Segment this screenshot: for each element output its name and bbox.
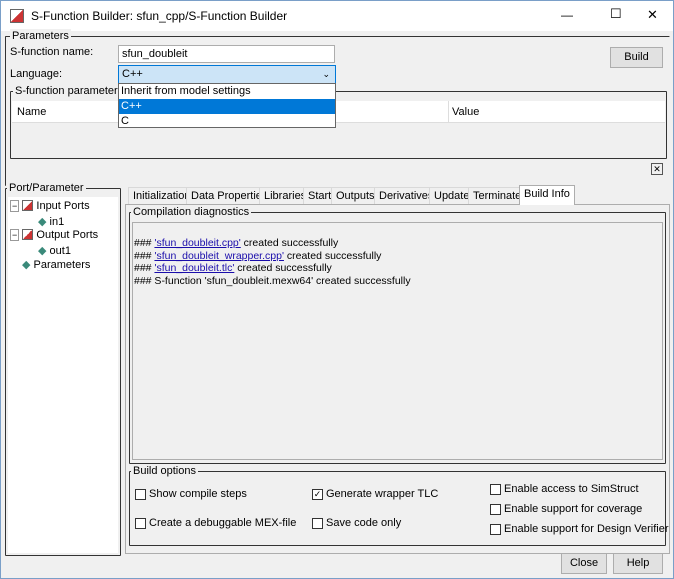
diag-line: ### 'sfun_doubleit_wrapper.cpp' created …: [134, 249, 382, 262]
window-title: S-Function Builder: sfun_cpp/S-Function …: [31, 9, 288, 23]
close-button[interactable]: Close: [561, 553, 607, 574]
file-link[interactable]: 'sfun_doubleit_wrapper.cpp': [154, 250, 284, 262]
diag-line: ### 'sfun_doubleit.tlc' created successf…: [134, 262, 332, 274]
simstruct-checkbox[interactable]: [490, 484, 501, 495]
dialog-window: S-Function Builder: sfun_cpp/S-Function …: [0, 0, 674, 579]
tree-item-output-ports[interactable]: − Output Ports: [10, 229, 98, 241]
tree-item-out1[interactable]: ◆ out1: [38, 244, 71, 257]
title-bar: S-Function Builder: sfun_cpp/S-Function …: [1, 1, 673, 31]
generate-wrapper-tlc-checkbox[interactable]: ✓: [312, 489, 323, 500]
debuggable-mex-label[interactable]: Create a debuggable MEX-file: [149, 517, 296, 529]
parameters-label: Parameters: [10, 29, 71, 43]
collapse-icon[interactable]: −: [10, 200, 20, 212]
close-window-button[interactable]: ✕: [647, 7, 658, 23]
option-c[interactable]: C: [119, 114, 335, 129]
compilation-diagnostics-group: Compilation diagnostics ### 'sfun_double…: [129, 205, 666, 464]
minimize-button[interactable]: —: [561, 8, 573, 22]
diagnostics-output[interactable]: ### 'sfun_doubleit.cpp' created successf…: [132, 222, 663, 460]
port-block-icon: [22, 200, 34, 211]
coverage-checkbox[interactable]: [490, 504, 501, 515]
tree-item-input-ports[interactable]: − Input Ports: [10, 200, 90, 212]
file-link[interactable]: 'sfun_doubleit.tlc': [154, 262, 234, 274]
params-table-header: Name Value: [12, 101, 665, 123]
tree-label: Input Ports: [36, 200, 90, 212]
collapse-icon[interactable]: −: [10, 229, 20, 241]
maximize-button[interactable]: ☐: [610, 6, 622, 22]
option-inherit[interactable]: Inherit from model settings: [119, 84, 335, 99]
diamond-icon: ◆: [38, 216, 47, 228]
language-value: C++: [122, 68, 143, 80]
option-cpp[interactable]: C++: [119, 99, 335, 114]
file-link[interactable]: 'sfun_doubleit.cpp': [154, 237, 240, 249]
coverage-label[interactable]: Enable support for coverage: [504, 503, 642, 515]
show-compile-steps-label[interactable]: Show compile steps: [149, 488, 247, 500]
sfun-params-label: S-function parameters: [13, 84, 126, 98]
tree-item-parameters[interactable]: ◆ Parameters: [22, 258, 90, 271]
design-verifier-label[interactable]: Enable support for Design Verifier: [504, 523, 668, 535]
sfun-params-group: S-function parameters Name Value: [10, 84, 667, 159]
diagnostics-label: Compilation diagnostics: [131, 205, 252, 219]
tree-label: in1: [49, 216, 65, 228]
debuggable-mex-checkbox[interactable]: [135, 518, 146, 529]
diamond-icon: ◆: [22, 259, 31, 271]
port-block-icon: [22, 229, 34, 240]
build-button[interactable]: Build: [610, 47, 663, 68]
chevron-down-icon: ⌄: [322, 69, 330, 79]
simstruct-label[interactable]: Enable access to SimStruct: [504, 483, 639, 495]
tree-item-in1[interactable]: ◆ in1: [38, 215, 64, 228]
generate-wrapper-tlc-label[interactable]: Generate wrapper TLC: [326, 488, 438, 500]
port-tree: − Input Ports ◆ in1 − Output Ports ◆ out…: [8, 197, 118, 553]
help-button[interactable]: Help: [613, 553, 663, 574]
col-value-header[interactable]: Value: [452, 106, 479, 118]
port-parameter-label: Port/Parameter: [7, 181, 86, 195]
language-label: Language:: [10, 68, 62, 80]
tree-label: Output Ports: [36, 229, 99, 241]
tree-label: Parameters: [33, 259, 91, 271]
tab-build-info[interactable]: Build Info: [519, 185, 575, 205]
build-options-label: Build options: [131, 464, 198, 478]
sfun-name-input[interactable]: sfun_doubleit: [118, 45, 335, 63]
diamond-icon: ◆: [38, 245, 47, 257]
save-code-only-label[interactable]: Save code only: [326, 517, 401, 529]
col-name-header[interactable]: Name: [17, 106, 46, 118]
design-verifier-checkbox[interactable]: [490, 524, 501, 535]
tree-label: out1: [49, 245, 71, 257]
diag-line: ### 'sfun_doubleit.cpp' created successf…: [134, 237, 339, 249]
tab-outputs[interactable]: Outputs: [331, 187, 380, 204]
language-dropdown-list: Inherit from model settings C++ C: [118, 83, 336, 128]
tab-terminate[interactable]: Terminate: [468, 187, 527, 204]
sfun-name-label: S-function name:: [10, 46, 94, 58]
language-select[interactable]: C++ ⌄: [118, 65, 336, 84]
simulink-block-icon: [10, 9, 24, 23]
show-compile-steps-checkbox[interactable]: [135, 489, 146, 500]
diag-line: ### S-function 'sfun_doubleit.mexw64' cr…: [134, 274, 411, 287]
port-parameter-group: Port/Parameter − Input Ports ◆ in1 − Out…: [5, 181, 121, 556]
col-divider: [448, 101, 449, 123]
save-code-only-checkbox[interactable]: [312, 518, 323, 529]
close-panel-icon[interactable]: ✕: [651, 163, 663, 175]
